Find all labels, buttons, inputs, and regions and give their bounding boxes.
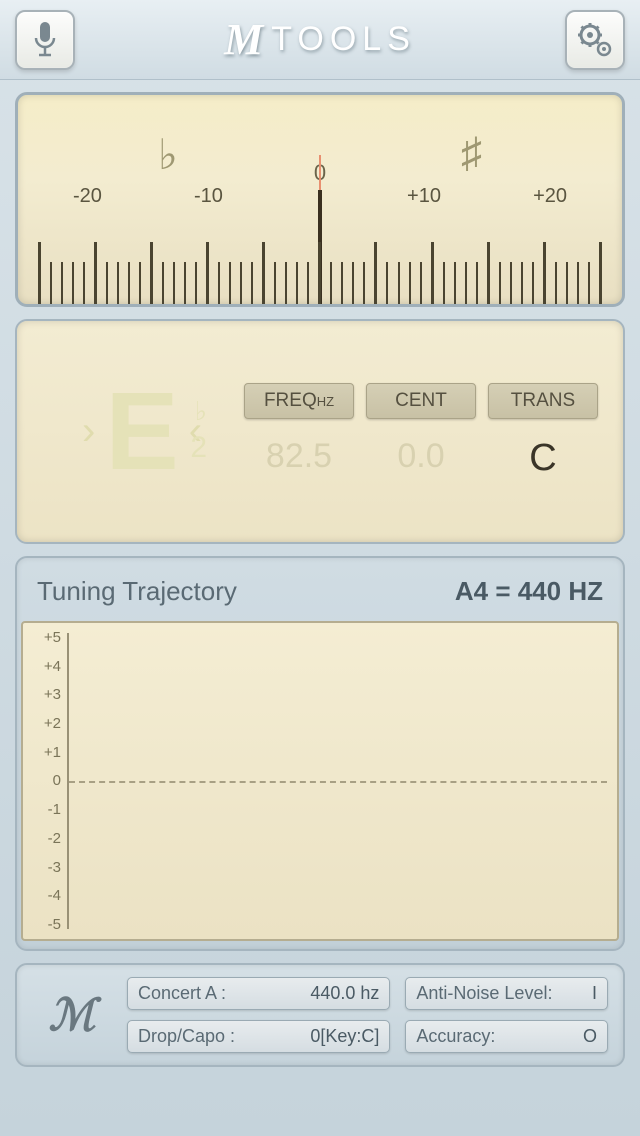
settings-col-left: Concert A : 440.0 hz Drop/Capo : 0[Key:C…	[127, 977, 390, 1053]
trajectory-section: Tuning Trajectory A4 = 440 HZ +5+4+3+2+1…	[15, 556, 625, 951]
scale-m20: -20	[73, 185, 102, 208]
trajectory-ylabels: +5+4+3+2+10-1-2-3-4-5	[31, 629, 61, 933]
a4-reference: A4 = 440 HZ	[455, 576, 603, 607]
antinoise-label: Anti-Noise Level:	[416, 983, 552, 1004]
trans-readout[interactable]: TRANS C	[488, 383, 598, 480]
antinoise-value: I	[592, 983, 597, 1004]
trajectory-title: Tuning Trajectory	[37, 576, 237, 607]
scale-m10: -10	[194, 185, 223, 208]
note-info-panel: › E ♭ 2 ‹ FREQHZ 82.5 CENT 0.0 TRANS C	[15, 319, 625, 544]
freq-label: FREQHZ	[244, 383, 354, 419]
trajectory-header: Tuning Trajectory A4 = 440 HZ	[17, 558, 623, 621]
meter-ticks	[38, 229, 602, 304]
detected-note: › E ♭ 2 ‹	[42, 368, 242, 495]
settings-bar: ℳ Concert A : 440.0 hz Drop/Capo : 0[Key…	[15, 963, 625, 1067]
readouts: FREQHZ 82.5 CENT 0.0 TRANS C	[242, 383, 598, 480]
trans-value: C	[488, 437, 598, 480]
scale-p20: +20	[533, 185, 567, 208]
mic-icon	[31, 20, 59, 60]
cent-value: 0.0	[366, 437, 476, 476]
trajectory-chart: +5+4+3+2+10-1-2-3-4-5	[21, 621, 619, 941]
note-letter: E	[105, 368, 178, 495]
logo-text: TOOLS	[271, 20, 416, 59]
header-bar: M TOOLS	[0, 0, 640, 80]
settings-button[interactable]	[565, 10, 625, 70]
freq-readout[interactable]: FREQHZ 82.5	[244, 383, 354, 480]
app-logo: M TOOLS	[224, 14, 416, 65]
concert-a-button[interactable]: Concert A : 440.0 hz	[127, 977, 390, 1010]
freq-value: 82.5	[244, 437, 354, 476]
settings-col-right: Anti-Noise Level: I Accuracy: O	[405, 977, 608, 1053]
dropcapo-value: 0[Key:C]	[310, 1026, 379, 1047]
trans-label: TRANS	[488, 383, 598, 419]
accuracy-button[interactable]: Accuracy: O	[405, 1020, 608, 1053]
antinoise-button[interactable]: Anti-Noise Level: I	[405, 977, 608, 1010]
cent-label: CENT	[366, 383, 476, 419]
mic-button[interactable]	[15, 10, 75, 70]
concert-a-label: Concert A :	[138, 983, 226, 1004]
concert-a-value: 440.0 hz	[310, 983, 379, 1004]
note-accidental: ♭	[195, 396, 207, 427]
note-arrow-left: ›	[82, 409, 95, 454]
cents-meter: ♭ ♯ 0 -20 -10 +10 +20	[15, 92, 625, 307]
flat-icon: ♭	[158, 130, 178, 180]
logo-mark: M	[224, 14, 263, 65]
gear-icon	[575, 20, 615, 60]
cent-readout[interactable]: CENT 0.0	[366, 383, 476, 480]
sharp-icon: ♯	[461, 130, 482, 178]
accuracy-value: O	[583, 1026, 597, 1047]
dropcapo-button[interactable]: Drop/Capo : 0[Key:C]	[127, 1020, 390, 1053]
bottom-logo-icon: ℳ	[32, 990, 112, 1041]
accuracy-label: Accuracy:	[416, 1026, 495, 1047]
scale-p10: +10	[407, 185, 441, 208]
trajectory-zero-line	[69, 781, 607, 783]
note-octave: 2	[190, 431, 207, 465]
dropcapo-label: Drop/Capo :	[138, 1026, 235, 1047]
